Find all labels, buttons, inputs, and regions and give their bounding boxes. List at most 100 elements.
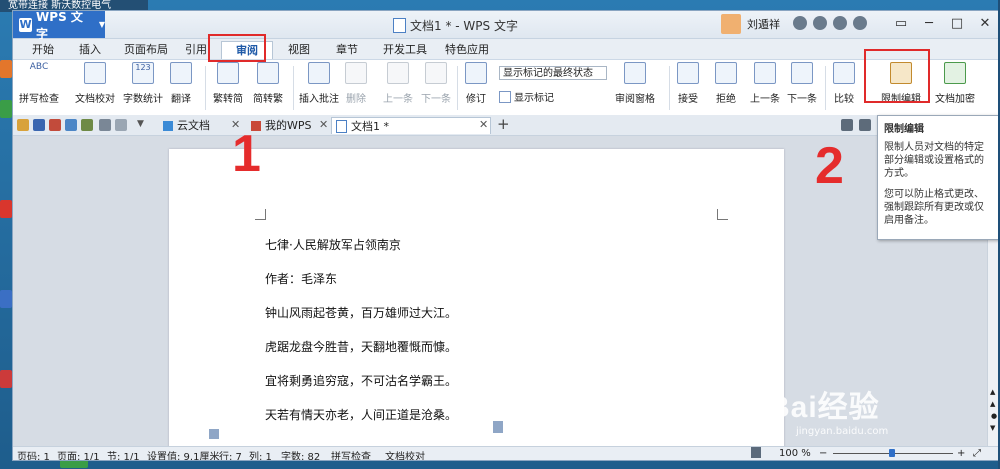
- next-page-icon[interactable]: ▼: [990, 424, 995, 432]
- translate-button[interactable]: 翻译: [170, 62, 192, 105]
- next-change-icon: [791, 62, 813, 84]
- poem-author[interactable]: 作者：毛泽东: [265, 270, 337, 287]
- tooltip-description: 限制人员对文档的特定部分编辑或设置格式的方式。: [884, 142, 984, 179]
- open-icon[interactable]: [17, 119, 29, 131]
- show-markup-icon: [499, 90, 511, 103]
- desktop-icon[interactable]: [0, 290, 12, 308]
- user-account[interactable]: 刘遁祥: [721, 14, 780, 34]
- poem-line[interactable]: 钟山风雨起苍黄，百万雄师过大江。: [265, 304, 457, 321]
- next-change-button[interactable]: 下一条: [787, 62, 817, 105]
- pin-icon[interactable]: [859, 119, 871, 131]
- panel-icon[interactable]: [841, 119, 853, 131]
- zoom-in-icon[interactable]: +: [957, 448, 965, 459]
- previous-comment-label: 上一条: [383, 94, 413, 105]
- tab-insert[interactable]: 插入: [70, 41, 110, 59]
- poem-line[interactable]: 虎踞龙盘今胜昔，天翻地覆慨而慷。: [265, 338, 457, 355]
- previous-comment-button[interactable]: 上一条: [383, 62, 413, 105]
- word-count-label: 字数统计: [123, 94, 163, 105]
- document-page[interactable]: 七律·人民解放军占领南京 作者：毛泽东 钟山风雨起苍黄，百万雄师过大江。 虎踞龙…: [169, 149, 784, 449]
- desktop-icon[interactable]: [0, 370, 12, 388]
- redo-icon[interactable]: [115, 119, 127, 131]
- tab-home[interactable]: 开始: [23, 41, 63, 59]
- annotation-box-review-tab: [208, 34, 266, 62]
- close-button[interactable]: ✕: [971, 11, 999, 35]
- next-comment-icon: [425, 62, 447, 84]
- simplified-icon: [217, 62, 239, 84]
- quick-access-bar: ▼ 云文档 ✕ 我的WPS ✕ 文档1 * ✕ +: [13, 115, 999, 136]
- settings-icon[interactable]: [793, 16, 807, 30]
- status-position: 设置值: 9.1厘米: [147, 452, 220, 461]
- tab-developer[interactable]: 开发工具: [375, 41, 435, 59]
- new-tab-button[interactable]: +: [497, 115, 510, 133]
- track-changes-button[interactable]: 修订: [465, 62, 487, 105]
- margin-marker: [717, 209, 728, 220]
- zoom-out-icon[interactable]: −: [819, 448, 827, 459]
- status-word-count[interactable]: 字数: 82: [281, 448, 320, 460]
- markup-state-select[interactable]: 显示标记的最终状态: [499, 66, 607, 80]
- review-pane-button[interactable]: 审阅窗格: [615, 62, 655, 105]
- doc-proofread-button[interactable]: 文档校对: [75, 62, 115, 105]
- spell-check-button[interactable]: ABC 拼写检查: [19, 62, 59, 105]
- save-icon[interactable]: [33, 119, 45, 131]
- insert-comment-button[interactable]: 插入批注: [299, 62, 339, 105]
- ribbon-tabs: 开始 插入 页面布局 引用 审阅 视图 章节 开发工具 特色应用: [13, 39, 999, 59]
- export-pdf-icon[interactable]: [81, 119, 93, 131]
- scroll-up-icon[interactable]: ▲: [990, 388, 995, 396]
- undo-icon[interactable]: [99, 119, 111, 131]
- status-column: 列: 1: [249, 452, 272, 461]
- app-menu-button[interactable]: W WPS 文字 ▼: [13, 11, 105, 41]
- maximize-button[interactable]: □: [943, 11, 971, 35]
- previous-change-button[interactable]: 上一条: [750, 62, 780, 105]
- accept-label: 接受: [678, 94, 698, 105]
- zoom-slider-thumb[interactable]: [889, 449, 895, 457]
- paste-options-icon[interactable]: [209, 429, 219, 439]
- close-icon[interactable]: ✕: [319, 118, 328, 131]
- print-icon[interactable]: [49, 119, 61, 131]
- encrypt-document-button[interactable]: 文档加密: [935, 62, 975, 105]
- delete-comment-button[interactable]: 删除: [345, 62, 367, 105]
- desktop-icon[interactable]: [0, 100, 12, 118]
- document-icon: [336, 119, 347, 133]
- paste-options-icon[interactable]: [493, 421, 503, 433]
- word-count-button[interactable]: 123 字数统计: [123, 62, 163, 105]
- customize-chevron-icon[interactable]: ▼: [137, 119, 149, 131]
- status-doc-check[interactable]: 文档校对: [385, 448, 425, 460]
- minimize-button[interactable]: ─: [915, 11, 943, 35]
- status-spell-check[interactable]: 拼写检查: [331, 448, 371, 460]
- user-name: 刘遁祥: [747, 18, 780, 31]
- to-simplified-label: 繁转简: [213, 94, 243, 105]
- view-mode-icon[interactable]: [751, 447, 761, 458]
- next-comment-button[interactable]: 下一条: [421, 62, 451, 105]
- desktop-icon[interactable]: [0, 200, 12, 218]
- ribbon-divider: [669, 66, 670, 110]
- tab-document1[interactable]: 文档1 *: [331, 117, 491, 134]
- prev-page-icon[interactable]: ▲: [990, 400, 995, 408]
- restore-layout-button[interactable]: ▭: [887, 11, 915, 35]
- track-changes-label: 修订: [466, 94, 486, 105]
- desktop-icon[interactable]: [0, 60, 12, 78]
- status-row: 行: 7: [219, 452, 242, 461]
- fit-window-icon[interactable]: ⤢: [973, 448, 981, 459]
- tab-chapter[interactable]: 章节: [327, 41, 367, 59]
- zoom-level[interactable]: 100 %: [779, 448, 811, 459]
- reject-button[interactable]: 拒绝: [715, 62, 737, 105]
- poem-line[interactable]: 宜将剩勇追穷寇，不可沽名学霸王。: [265, 372, 457, 389]
- show-markup-button[interactable]: 显示标记: [499, 89, 554, 104]
- help-icon[interactable]: [833, 16, 847, 30]
- tab-special[interactable]: 特色应用: [437, 41, 497, 59]
- proofread-icon: [84, 62, 106, 84]
- close-icon[interactable]: ✕: [479, 118, 488, 131]
- skin-icon[interactable]: [813, 16, 827, 30]
- select-browse-icon[interactable]: ●: [991, 412, 997, 420]
- tab-page-layout[interactable]: 页面布局: [118, 41, 174, 59]
- feedback-icon[interactable]: [853, 16, 867, 30]
- poem-title[interactable]: 七律·人民解放军占领南京: [265, 236, 401, 253]
- tab-view[interactable]: 视图: [279, 41, 319, 59]
- print-preview-icon[interactable]: [65, 119, 77, 131]
- poem-line[interactable]: 天若有情天亦老，人间正道是沧桑。: [265, 406, 457, 423]
- to-traditional-button[interactable]: 简转繁: [253, 62, 283, 105]
- to-simplified-button[interactable]: 繁转简: [213, 62, 243, 105]
- compare-button[interactable]: 比较: [833, 62, 855, 105]
- accept-button[interactable]: 接受: [677, 62, 699, 105]
- tab-cloud-docs[interactable]: 云文档: [159, 117, 214, 134]
